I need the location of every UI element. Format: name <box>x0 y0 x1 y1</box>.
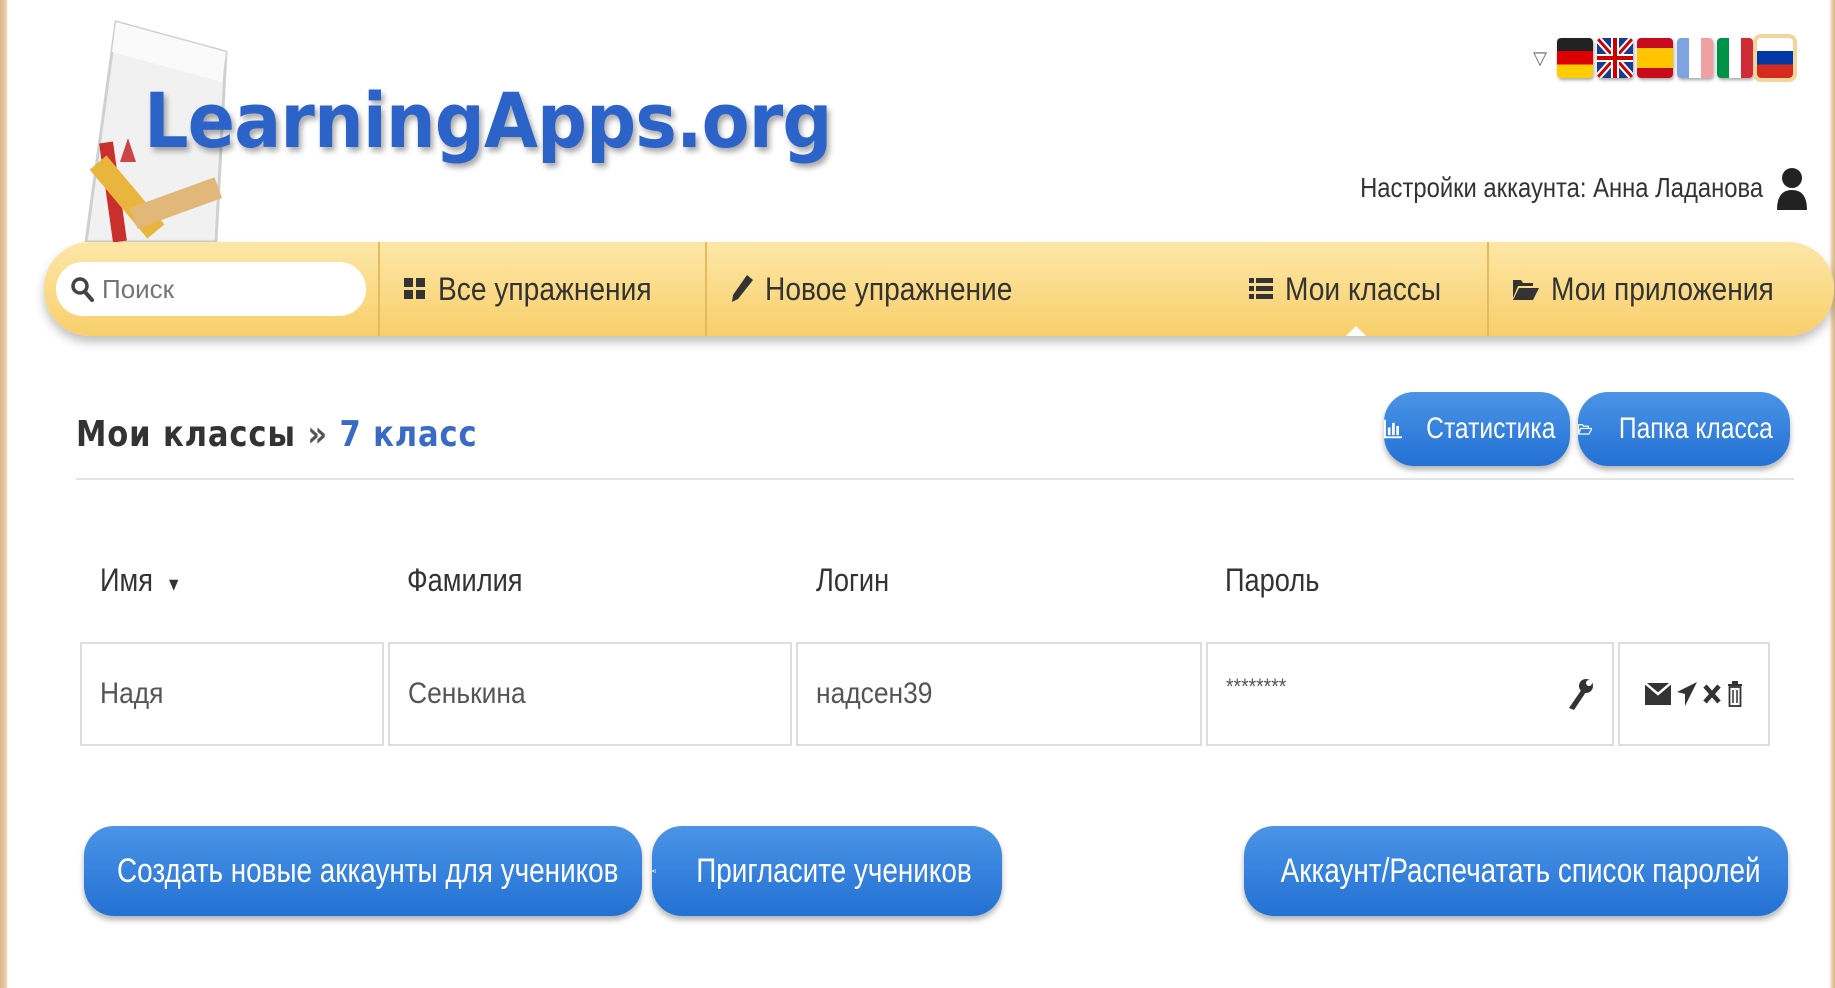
password-cell: ******** <box>1206 642 1614 746</box>
title-divider <box>76 478 1794 480</box>
class-folder-button[interactable]: Папка класса <box>1578 392 1790 466</box>
account-label: Настройки аккаунта: Анна Ладанова <box>1360 172 1763 203</box>
column-label: Имя <box>100 562 153 598</box>
flag-es-icon[interactable] <box>1637 38 1673 78</box>
user-icon <box>1777 168 1807 210</box>
folder-open-icon <box>1512 280 1539 300</box>
column-header-login: Логин <box>816 562 890 598</box>
trash-icon[interactable] <box>1727 681 1743 707</box>
invite-label: Пригласите учеников <box>696 851 972 890</box>
first-name-value: Надя <box>100 677 164 710</box>
flag-gb-icon[interactable] <box>1597 38 1633 78</box>
flag-fr-icon[interactable] <box>1677 38 1713 78</box>
password-value: ******** <box>1226 674 1287 699</box>
delete-x-icon[interactable] <box>1703 683 1721 705</box>
breadcrumb-root[interactable]: Мои классы <box>76 414 296 455</box>
pencil-icon <box>731 275 753 302</box>
breadcrumb-current: 7 класс <box>339 414 478 455</box>
bar-chart-icon <box>1384 419 1403 439</box>
nav-divider <box>1070 242 1226 336</box>
grid-icon <box>404 278 425 299</box>
sort-desc-icon: ▾ <box>169 571 179 596</box>
list-icon <box>1249 278 1274 299</box>
invite-students-button[interactable]: Пригласите учеников <box>652 826 1002 916</box>
envelope-icon[interactable] <box>1645 683 1671 705</box>
column-header-password: Пароль <box>1225 562 1320 598</box>
statistics-label: Статистика <box>1426 412 1556 445</box>
flag-ru-icon[interactable] <box>1753 34 1797 82</box>
search-box <box>56 262 366 316</box>
nav-label: Мои приложения <box>1550 270 1774 307</box>
create-accounts-label: Создать новые аккаунты для учеников <box>117 851 619 890</box>
first-name-cell[interactable]: Надя <box>80 642 384 746</box>
print-label: Аккаунт/Распечатать список паролей <box>1281 851 1761 890</box>
nav-all-exercises[interactable]: Все упражнения <box>378 242 705 336</box>
statistics-button[interactable]: Статистика <box>1384 392 1570 466</box>
create-student-accounts-button[interactable]: Создать новые аккаунты для учеников <box>84 826 642 916</box>
search-input[interactable] <box>100 272 344 306</box>
breadcrumb-separator: » <box>307 414 328 455</box>
page: LearningApps.org ▽ Настройки аккаунта: А… <box>8 6 1834 988</box>
column-header-first-name[interactable]: Имя ▾ <box>100 562 178 599</box>
print-passwords-button[interactable]: Аккаунт/Распечатать список паролей <box>1244 826 1788 916</box>
search-icon <box>71 277 94 302</box>
last-name-cell[interactable]: Сенькина <box>388 642 792 746</box>
login-cell[interactable]: надсен39 <box>796 642 1202 746</box>
account-settings-link[interactable]: Настройки аккаунта: Анна Ладанова <box>1289 166 1807 210</box>
nav-my-classes[interactable]: Мои классы <box>1225 242 1486 336</box>
flag-it-icon[interactable] <box>1717 38 1753 78</box>
nav-new-exercise[interactable]: Новое упражнение <box>704 242 1070 336</box>
nav-my-apps[interactable]: Мои приложения <box>1486 242 1834 336</box>
row-actions <box>1618 642 1770 746</box>
folder-open-outline-icon <box>1578 423 1593 435</box>
nav-label: Все упражнения <box>438 270 652 307</box>
flag-de-icon[interactable] <box>1557 38 1593 78</box>
login-value: надсен39 <box>816 677 933 710</box>
class-folder-label: Папка класса <box>1619 412 1774 445</box>
logo-text[interactable]: LearningApps.org <box>144 76 832 165</box>
column-header-last-name: Фамилия <box>407 562 523 598</box>
send-arrow-icon[interactable] <box>1677 682 1697 706</box>
last-name-value: Сенькина <box>408 677 526 710</box>
sign-in-icon <box>652 869 656 873</box>
breadcrumb: Мои классы » 7 класс <box>76 414 478 455</box>
language-selector: ▽ <box>1533 34 1797 82</box>
nav-label: Мои классы <box>1285 270 1442 307</box>
nav-label: Новое упражнение <box>764 270 1013 307</box>
dropdown-triangle-icon[interactable]: ▽ <box>1533 48 1547 69</box>
wrench-icon[interactable] <box>1568 678 1594 712</box>
main-navigation: Все упражнения Новое упражнение Мои клас… <box>44 242 1834 336</box>
